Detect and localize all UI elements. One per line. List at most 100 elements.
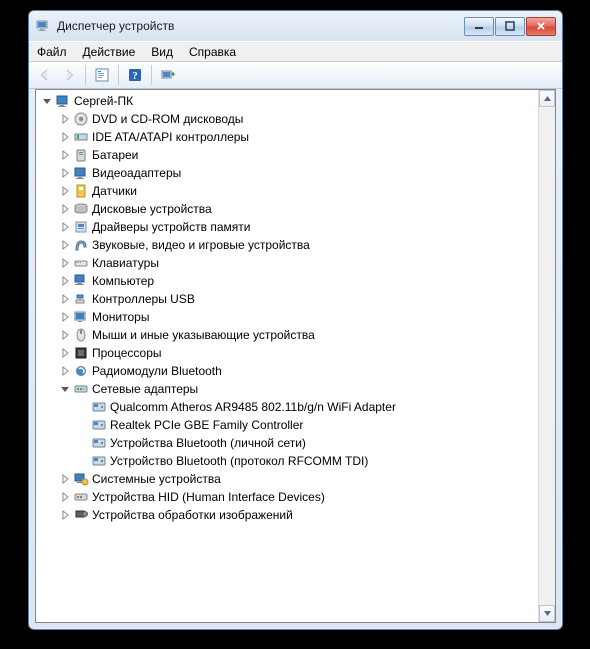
- expand-icon[interactable]: [58, 202, 72, 216]
- expand-icon[interactable]: [58, 184, 72, 198]
- back-button[interactable]: [33, 63, 57, 87]
- separator-icon: [118, 65, 119, 85]
- separator-icon: [151, 65, 152, 85]
- tree-label: Realtek PCIe GBE Family Controller: [110, 418, 303, 432]
- menu-help[interactable]: Справка: [181, 42, 244, 61]
- expand-icon[interactable]: [58, 148, 72, 162]
- tree-label: Устройства Bluetooth (личной сети): [110, 436, 306, 450]
- expand-icon[interactable]: [58, 364, 72, 378]
- expand-icon[interactable]: [58, 112, 72, 126]
- category-item[interactable]: Компьютер: [36, 272, 555, 290]
- tree-label: Контроллеры USB: [92, 292, 195, 306]
- tree-label: Мыши и иные указывающие устройства: [92, 328, 315, 342]
- tree-label: Qualcomm Atheros AR9485 802.11b/g/n WiFi…: [110, 400, 396, 414]
- category-item[interactable]: Батареи: [36, 146, 555, 164]
- expand-icon[interactable]: [58, 166, 72, 180]
- menu-action[interactable]: Действие: [75, 42, 144, 61]
- device-icon: [90, 417, 108, 433]
- tree-label: Сергей-ПК: [74, 94, 133, 108]
- scan-hardware-button[interactable]: [156, 63, 180, 87]
- tree-label: Драйверы устройств памяти: [92, 220, 250, 234]
- expand-icon[interactable]: [58, 472, 72, 486]
- category-item[interactable]: Контроллеры USB: [36, 290, 555, 308]
- category-item[interactable]: Процессоры: [36, 344, 555, 362]
- category-item[interactable]: Устройства HID (Human Interface Devices): [36, 488, 555, 506]
- forward-button[interactable]: [57, 63, 81, 87]
- scroll-track[interactable]: [539, 107, 555, 605]
- expand-icon[interactable]: [58, 346, 72, 360]
- category-item[interactable]: IDE ATA/ATAPI контроллеры: [36, 128, 555, 146]
- category-item[interactable]: Сетевые адаптеры: [36, 380, 555, 398]
- tree-label: Датчики: [92, 184, 137, 198]
- toggle-none: [76, 418, 90, 432]
- device-icon: [72, 237, 90, 253]
- device-icon: [72, 507, 90, 523]
- device-icon: [72, 489, 90, 505]
- expand-icon[interactable]: [58, 328, 72, 342]
- category-item[interactable]: Драйверы устройств памяти: [36, 218, 555, 236]
- category-item[interactable]: Дисковые устройства: [36, 200, 555, 218]
- svg-text:?: ?: [132, 70, 138, 82]
- tree-label: Компьютер: [92, 274, 154, 288]
- device-icon: [72, 471, 90, 487]
- category-item[interactable]: Радиомодули Bluetooth: [36, 362, 555, 380]
- category-item[interactable]: Датчики: [36, 182, 555, 200]
- tree-label: Звуковые, видео и игровые устройства: [92, 238, 310, 252]
- tree-label: Дисковые устройства: [92, 202, 212, 216]
- expand-icon[interactable]: [58, 238, 72, 252]
- device-icon: [72, 345, 90, 361]
- expand-icon[interactable]: [58, 292, 72, 306]
- tree-label: Системные устройства: [92, 472, 221, 486]
- expand-icon[interactable]: [58, 310, 72, 324]
- collapse-icon[interactable]: [40, 94, 54, 108]
- minimize-button[interactable]: [464, 17, 494, 36]
- tree-label: Сетевые адаптеры: [92, 382, 198, 396]
- device-icon: [72, 201, 90, 217]
- menu-file[interactable]: Файл: [29, 42, 75, 61]
- device-tree[interactable]: Сергей-ПК DVD и CD-ROM дисководы IDE ATA/A…: [36, 90, 555, 526]
- toggle-none: [76, 400, 90, 414]
- close-button[interactable]: [526, 17, 556, 36]
- device-icon: [54, 93, 72, 109]
- category-item[interactable]: Видеоадаптеры: [36, 164, 555, 182]
- scroll-up-button[interactable]: [539, 90, 555, 107]
- device-item[interactable]: Qualcomm Atheros AR9485 802.11b/g/n WiFi…: [36, 398, 555, 416]
- properties-button[interactable]: [90, 63, 114, 87]
- device-item[interactable]: Устройства Bluetooth (личной сети): [36, 434, 555, 452]
- device-icon: [72, 309, 90, 325]
- tree-root[interactable]: Сергей-ПК: [36, 92, 555, 110]
- expand-icon[interactable]: [58, 256, 72, 270]
- category-item[interactable]: DVD и CD-ROM дисководы: [36, 110, 555, 128]
- tree-label: Устройство Bluetooth (протокол RFCOMM TD…: [110, 454, 368, 468]
- vertical-scrollbar[interactable]: [538, 90, 555, 622]
- category-item[interactable]: Мониторы: [36, 308, 555, 326]
- expand-icon[interactable]: [58, 274, 72, 288]
- tree-label: Мониторы: [92, 310, 149, 324]
- device-item[interactable]: Realtek PCIe GBE Family Controller: [36, 416, 555, 434]
- expand-icon[interactable]: [58, 490, 72, 504]
- device-icon: [90, 435, 108, 451]
- tree-label: DVD и CD-ROM дисководы: [92, 112, 243, 126]
- window-buttons: [463, 17, 556, 36]
- device-icon: [72, 111, 90, 127]
- category-item[interactable]: Мыши и иные указывающие устройства: [36, 326, 555, 344]
- category-item[interactable]: Клавиатуры: [36, 254, 555, 272]
- expand-icon[interactable]: [58, 220, 72, 234]
- category-item[interactable]: Звуковые, видео и игровые устройства: [36, 236, 555, 254]
- device-icon: [90, 399, 108, 415]
- expand-icon[interactable]: [58, 130, 72, 144]
- menu-view[interactable]: Вид: [143, 42, 181, 61]
- device-item[interactable]: Устройство Bluetooth (протокол RFCOMM TD…: [36, 452, 555, 470]
- help-toolbar-button[interactable]: ?: [123, 63, 147, 87]
- device-icon: [72, 291, 90, 307]
- device-icon: [72, 273, 90, 289]
- menubar: Файл Действие Вид Справка: [29, 41, 562, 61]
- scroll-down-button[interactable]: [539, 605, 555, 622]
- titlebar[interactable]: Диспетчер устройств: [29, 11, 562, 41]
- category-item[interactable]: Системные устройства: [36, 470, 555, 488]
- category-item[interactable]: Устройства обработки изображений: [36, 506, 555, 524]
- collapse-icon[interactable]: [58, 382, 72, 396]
- expand-icon[interactable]: [58, 508, 72, 522]
- content-pane: Сергей-ПК DVD и CD-ROM дисководы IDE ATA/A…: [35, 89, 556, 623]
- maximize-button[interactable]: [495, 17, 525, 36]
